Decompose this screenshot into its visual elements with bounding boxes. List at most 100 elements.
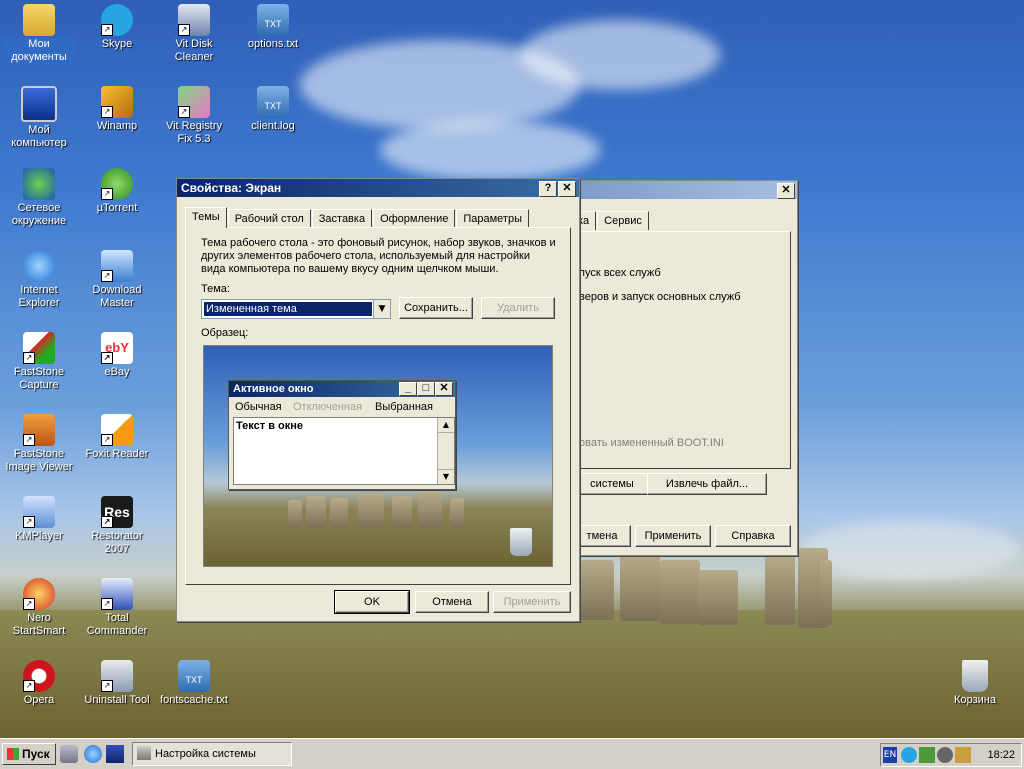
boot-ini-option: овать измененный BOOT.INI [579, 437, 724, 449]
close-icon: ✕ [435, 382, 453, 396]
close-icon[interactable]: ✕ [558, 181, 576, 197]
tab-desktop[interactable]: Рабочий стол [227, 209, 311, 228]
total-commander-icon: ↗ [101, 578, 133, 610]
skype-tray-icon[interactable] [901, 747, 917, 763]
network-icon [23, 168, 55, 200]
desktop-icon-my-documents[interactable]: Мои документы [2, 4, 76, 64]
display-properties-titlebar: Свойства: Экран ? ✕ [177, 179, 579, 197]
system-config-window: ✕ ка Сервис пуск всех служб веров и запу… [548, 180, 798, 556]
startup-option-1: пуск всех служб [579, 267, 661, 279]
desktop-icon-utorrent[interactable]: ↗ µTorrent [80, 168, 154, 215]
chevron-down-icon[interactable]: ▼ [373, 300, 390, 318]
desktop-icon-kmplayer[interactable]: ↗ KMPlayer [2, 496, 76, 543]
help-icon[interactable]: ? [539, 181, 557, 197]
system-restore-button[interactable]: системы [573, 473, 651, 495]
task-system-config[interactable]: Настройка системы [132, 742, 292, 766]
stone [660, 560, 700, 624]
desktop-icon-skype[interactable]: ↗ Skype [80, 4, 154, 51]
stone [820, 560, 832, 625]
uninstall-tool-icon: ↗ [101, 660, 133, 692]
save-theme-button[interactable]: Сохранить... [399, 297, 473, 319]
desktop-icon-opera[interactable]: ↗ Opera [2, 660, 76, 707]
desktop-icon-options-txt[interactable]: TXT options.txt [236, 4, 310, 51]
faststone-viewer-icon: ↗ [23, 414, 55, 446]
delete-theme-button[interactable]: Удалить [481, 297, 555, 319]
utorrent-tray-icon[interactable] [919, 747, 935, 763]
ebay-icon: ebY ↗ [101, 332, 133, 364]
tab-settings[interactable]: Параметры [456, 209, 529, 228]
internet-explorer-icon[interactable] [84, 745, 102, 763]
folder-documents-icon [23, 4, 55, 36]
cancel-button[interactable]: Отмена [415, 591, 489, 613]
my-computer-icon [21, 86, 57, 122]
stone [580, 560, 614, 620]
minimize-icon: _ [399, 382, 417, 396]
close-icon[interactable]: ✕ [777, 183, 795, 199]
tab-screensaver[interactable]: Заставка [311, 209, 373, 228]
tab-service[interactable]: Сервис [597, 211, 649, 230]
desktop-icon-my-computer[interactable]: Мой компьютер [2, 86, 76, 150]
desktop-icon-vit-registry-fix[interactable]: ↗ Vit Registry Fix 5.3 [157, 86, 231, 146]
stone [765, 555, 795, 625]
preview-window-body: Текст в окне ▲ ▼ [233, 417, 455, 485]
bg-help-button[interactable]: Справка [715, 525, 791, 547]
stone [620, 555, 660, 621]
cloud [520, 20, 720, 90]
theme-select-value: Измененная тема [204, 302, 372, 316]
faststone-capture-icon: ↗ [23, 332, 55, 364]
desktop-icon-faststone-viewer[interactable]: ↗ FastStone Image Viewer [2, 414, 76, 474]
dialog-title: Свойства: Экран [181, 181, 282, 195]
startup-option-2: веров и запуск основных служб [579, 291, 741, 303]
start-button[interactable]: Пуск [2, 743, 56, 765]
desktop-icon-uninstall-tool[interactable]: ↗ Uninstall Tool [80, 660, 154, 707]
apply-button[interactable]: Применить [493, 591, 571, 613]
opera-icon: ↗ [23, 660, 55, 692]
task-label: Настройка системы [155, 748, 256, 760]
desktop-icon-nero[interactable]: ↗ Nero StartSmart [2, 578, 76, 638]
internet-explorer-icon [23, 250, 55, 282]
text-file-icon: TXT [178, 660, 210, 692]
desktop-icon-recycle-bin[interactable]: Корзина [938, 660, 1012, 707]
desktop-icon-faststone-capture[interactable]: ↗ FastStone Capture [2, 332, 76, 392]
dialog-tabs: Темы Рабочий стол Заставка Оформление Па… [185, 207, 530, 228]
disk-cleaner-icon: ↗ [178, 4, 210, 36]
language-indicator[interactable]: EN [883, 747, 897, 763]
cloud [800, 520, 1020, 580]
text-file-icon: TXT [257, 4, 289, 36]
scroll-down-icon: ▼ [438, 469, 454, 484]
desktop-icon-foxit[interactable]: ↗ Foxit Reader [80, 414, 154, 461]
desktop-icon-internet-explorer[interactable]: Internet Explorer [2, 250, 76, 310]
desktop-icon-client-log[interactable]: TXT client.log [236, 86, 310, 133]
preview-menu-selected: Выбранная [375, 401, 434, 413]
bg-apply-button[interactable]: Применить [635, 525, 711, 547]
tab-appearance[interactable]: Оформление [373, 209, 456, 228]
desktop-icon-ebay[interactable]: ebY ↗ eBay [80, 332, 154, 379]
volume-tray-icon[interactable] [937, 747, 953, 763]
download-master-icon: ↗ [101, 250, 133, 282]
preview-window-title: Активное окно [233, 383, 314, 395]
desktop-icon-winamp[interactable]: ↗ Winamp [80, 86, 154, 133]
theme-select[interactable]: Измененная тема ▼ [201, 299, 391, 319]
skype-icon: ↗ [101, 4, 133, 36]
media-player-icon[interactable] [106, 745, 124, 763]
desktop-icon-network[interactable]: Сетевое окружение [2, 168, 76, 228]
show-desktop-icon[interactable] [60, 745, 78, 763]
preview-active-window: Активное окно _ □ ✕ Обычная Отключенная … [228, 380, 456, 490]
windows-logo-icon [7, 748, 19, 760]
recycle-bin-icon [962, 660, 988, 692]
bg-cancel-button[interactable]: тмена [573, 525, 631, 547]
ok-button[interactable]: OK [334, 590, 410, 614]
desktop-icon-fontscache[interactable]: TXT fontscache.txt [157, 660, 231, 707]
desktop-icon-restorator[interactable]: Res ↗ Restorator 2007 [80, 496, 154, 556]
preview-scrollbar: ▲ ▼ [437, 418, 454, 484]
tray-icon[interactable] [955, 747, 971, 763]
preview-menu-disabled: Отключенная [293, 401, 363, 413]
desktop-icon-vit-disk-cleaner[interactable]: ↗ Vit Disk Cleaner [157, 4, 231, 64]
tab-themes[interactable]: Темы [185, 207, 227, 228]
system-config-icon [137, 746, 151, 760]
desktop-icon-total-commander[interactable]: ↗ Total Commander [80, 578, 154, 638]
preview-titlebar: Активное окно _ □ ✕ [229, 381, 455, 397]
desktop-icon-download-master[interactable]: ↗ Download Master [80, 250, 154, 310]
extract-file-button[interactable]: Извлечь файл... [647, 473, 767, 495]
restorator-icon: Res ↗ [101, 496, 133, 528]
